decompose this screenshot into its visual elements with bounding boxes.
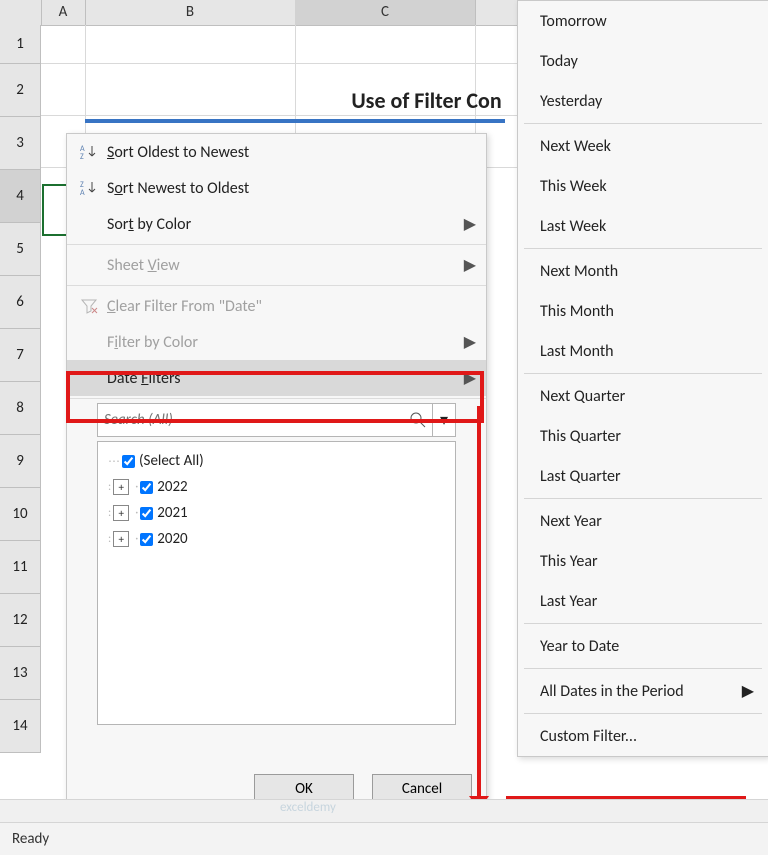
submenu-next-week[interactable]: Next Week [518, 126, 768, 166]
sort-color-label: Sort by Color [107, 215, 464, 234]
submenu-custom-filter[interactable]: Custom Filter... [518, 716, 768, 756]
filter-tree[interactable]: ⋯(Select All) :+·2022 :+·2021 :+·2020 [97, 441, 456, 725]
select-all-checkbox[interactable] [122, 455, 135, 468]
row-2[interactable]: 2 [0, 64, 41, 117]
search-dropdown-icon[interactable]: ▾ [432, 404, 455, 436]
submenu-this-quarter[interactable]: This Quarter [518, 416, 768, 456]
filter-by-color: Filter by Color ▶ [67, 324, 486, 360]
year-checkbox[interactable] [140, 481, 153, 494]
sheet-view: Sheet View ▶ [67, 247, 486, 283]
svg-text:A: A [80, 188, 85, 197]
submenu-yesterday[interactable]: Yesterday [518, 81, 768, 121]
select-all-label: (Select All) [139, 452, 204, 470]
col-C[interactable]: C [295, 0, 476, 25]
sort-desc-icon: ZA [77, 179, 101, 197]
col-A[interactable]: A [41, 0, 86, 25]
expand-icon[interactable]: + [113, 505, 129, 521]
row-7[interactable]: 7 [0, 329, 41, 382]
submenu-year-to-date[interactable]: Year to Date [518, 626, 768, 666]
clear-filter: Clear Filter From "Date" [67, 288, 486, 324]
row-12[interactable]: 12 [0, 594, 41, 647]
date-filters-label: Date Filters [107, 369, 464, 388]
sort-newest-label: Sort Newest to Oldest [107, 179, 476, 198]
select-all-corner[interactable] [0, 0, 42, 25]
row-11[interactable]: 11 [0, 541, 41, 594]
sheet-view-label: Sheet View [107, 256, 464, 275]
submenu-today[interactable]: Today [518, 41, 768, 81]
submenu-this-year[interactable]: This Year [518, 541, 768, 581]
year-label: 2020 [157, 530, 187, 548]
submenu-next-month[interactable]: Next Month [518, 251, 768, 291]
year-label: 2022 [157, 478, 187, 496]
submenu-next-quarter[interactable]: Next Quarter [518, 376, 768, 416]
submenu-tomorrow[interactable]: Tomorrow [518, 1, 768, 41]
col-B[interactable]: B [85, 0, 296, 25]
expand-icon[interactable]: + [113, 531, 129, 547]
submenu-last-month[interactable]: Last Month [518, 331, 768, 371]
sort-by-color[interactable]: Sort by Color ▶ [67, 206, 486, 242]
chevron-right-icon: ▶ [464, 368, 476, 388]
sort-newest-oldest[interactable]: ZA Sort Newest to Oldest [67, 170, 486, 206]
row-3[interactable]: 3 [0, 117, 41, 170]
submenu-next-year[interactable]: Next Year [518, 501, 768, 541]
excel-grid: A B C 1 2 3 4 5 6 7 8 9 10 11 12 13 14 U… [0, 0, 768, 855]
date-filters[interactable]: Date Filters ▶ [67, 360, 486, 396]
row-header-col: 1 2 3 4 5 6 7 8 9 10 11 12 13 14 [0, 25, 41, 753]
tree-year-2020[interactable]: :+·2020 [106, 526, 447, 552]
status-bar: Ready [0, 822, 768, 855]
row-5[interactable]: 5 [0, 223, 41, 276]
date-filters-submenu: Tomorrow Today Yesterday Next Week This … [517, 0, 768, 757]
filter-color-label: Filter by Color [107, 333, 464, 352]
chevron-right-icon: ▶ [742, 681, 754, 701]
chevron-right-icon: ▶ [464, 332, 476, 352]
tree-year-2022[interactable]: :+·2022 [106, 474, 447, 500]
sort-oldest-newest[interactable]: AZ Sort Oldest to Newest [67, 134, 486, 170]
submenu-this-month[interactable]: This Month [518, 291, 768, 331]
row-13[interactable]: 13 [0, 647, 41, 700]
sort-asc-icon: AZ [77, 143, 101, 161]
annotation-arrow [477, 406, 481, 806]
svg-text:Z: Z [80, 152, 84, 161]
chevron-right-icon: ▶ [464, 214, 476, 234]
row-6[interactable]: 6 [0, 276, 41, 329]
row-9[interactable]: 9 [0, 435, 41, 488]
row-8[interactable]: 8 [0, 382, 41, 435]
filter-dropdown-panel: AZ Sort Oldest to Newest ZA Sort Newest … [66, 133, 487, 815]
sort-oldest-label: Sort Oldest to Newest [107, 143, 476, 162]
search-icon[interactable] [404, 404, 432, 436]
submenu-last-quarter[interactable]: Last Quarter [518, 456, 768, 496]
search-box[interactable]: ▾ [97, 403, 456, 437]
clear-filter-icon [77, 297, 101, 315]
submenu-last-week[interactable]: Last Week [518, 206, 768, 246]
row-14[interactable]: 14 [0, 700, 41, 753]
row-4[interactable]: 4 [0, 170, 41, 223]
status-text: Ready [12, 830, 49, 848]
submenu-all-dates-period[interactable]: All Dates in the Period▶ [518, 671, 768, 711]
search-input[interactable] [98, 404, 404, 436]
tree-select-all[interactable]: ⋯(Select All) [106, 448, 447, 474]
tree-year-2021[interactable]: :+·2021 [106, 500, 447, 526]
chevron-right-icon: ▶ [464, 255, 476, 275]
row-1[interactable]: 1 [0, 25, 41, 64]
year-checkbox[interactable] [140, 533, 153, 546]
submenu-this-week[interactable]: This Week [518, 166, 768, 206]
horizontal-scrollbar[interactable] [0, 799, 768, 822]
row-10[interactable]: 10 [0, 488, 41, 541]
year-checkbox[interactable] [140, 507, 153, 520]
submenu-last-year[interactable]: Last Year [518, 581, 768, 621]
clear-filter-label: Clear Filter From "Date" [107, 297, 476, 316]
year-label: 2021 [157, 504, 187, 522]
expand-icon[interactable]: + [113, 479, 129, 495]
title-underline [85, 119, 505, 123]
